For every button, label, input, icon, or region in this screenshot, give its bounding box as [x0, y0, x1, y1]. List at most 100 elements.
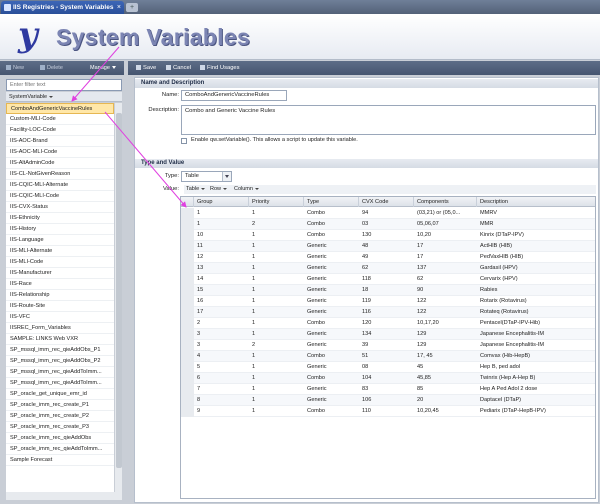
table-cell[interactable]: 14 — [194, 274, 249, 285]
list-item[interactable]: IIS-CQIC-MLI-Alternate — [6, 180, 114, 191]
table-cell[interactable]: 122 — [414, 307, 477, 318]
table-cell[interactable]: 94 — [359, 208, 414, 219]
row-handle[interactable] — [181, 384, 194, 395]
list-item[interactable]: IIS-CL-NotGivenReason — [6, 169, 114, 180]
table-row[interactable]: 15 1 Generic 18 90 Rabies — [181, 285, 595, 296]
list-item[interactable]: Sample Forecast — [6, 455, 114, 466]
table-cell[interactable]: 9 — [194, 406, 249, 417]
table-cell[interactable]: Twinrix (Hep A-Hep B) — [477, 373, 595, 384]
table-cell[interactable]: (03,21) or (05,0... — [414, 208, 477, 219]
list-column-header[interactable]: SystemVariable — [6, 92, 122, 102]
table-cell[interactable]: 122 — [414, 296, 477, 307]
list-item[interactable]: IIS-AltAdminCode — [6, 158, 114, 169]
table-cell[interactable]: Generic — [304, 395, 359, 406]
table-cell[interactable]: 12 — [194, 252, 249, 263]
table-cell[interactable]: Generic — [304, 362, 359, 373]
table-cell[interactable]: 1 — [194, 208, 249, 219]
table-cell[interactable]: 2 — [249, 340, 304, 351]
table-cell[interactable]: 3 — [194, 340, 249, 351]
table-cell[interactable]: 1 — [249, 329, 304, 340]
row-handle[interactable] — [181, 373, 194, 384]
table-cell[interactable]: 90 — [414, 285, 477, 296]
table-cell[interactable]: Generic — [304, 285, 359, 296]
table-row[interactable]: 4 1 Combo 51 17, 45 Comvax (Hib-HepB) — [181, 351, 595, 362]
table-cell[interactable]: 1 — [249, 406, 304, 417]
chevron-down-icon[interactable] — [222, 172, 231, 181]
table-cell[interactable]: Rotateq (Rotavirus) — [477, 307, 595, 318]
row-handle[interactable] — [181, 208, 194, 219]
table-cell[interactable]: 130 — [359, 230, 414, 241]
table-cell[interactable]: 1 — [249, 296, 304, 307]
table-cell[interactable]: 10,20,45 — [414, 406, 477, 417]
table-cell[interactable]: 15 — [194, 285, 249, 296]
table-cell[interactable]: ActHIB (HIB) — [477, 241, 595, 252]
table-cell[interactable]: Rotarix (Rotavirus) — [477, 296, 595, 307]
close-tab-icon[interactable]: × — [117, 1, 121, 14]
table-cell[interactable]: 5 — [194, 362, 249, 373]
row-handle[interactable] — [181, 296, 194, 307]
table-cell[interactable]: 106 — [359, 395, 414, 406]
table-row[interactable]: 6 1 Combo 104 45,85 Twinrix (Hep A-Hep B) — [181, 373, 595, 384]
enable-setvariable-checkbox[interactable] — [181, 138, 187, 144]
list-item[interactable]: SAMPLE: LINKS Web VXR — [6, 334, 114, 345]
table-cell[interactable]: 10,20 — [414, 230, 477, 241]
table-cell[interactable]: Generic — [304, 384, 359, 395]
list-item[interactable]: ComboAndGenericVaccineRules — [6, 103, 114, 114]
row-menu[interactable]: Row — [210, 185, 228, 194]
table-cell[interactable]: Japanese Encephalitis-IM — [477, 329, 595, 340]
table-cell[interactable]: PedVaxHIB (HIB) — [477, 252, 595, 263]
row-handle[interactable] — [181, 307, 194, 318]
row-handle[interactable] — [181, 252, 194, 263]
list-item[interactable]: SP_mssql_imm_rec_qieAddToImm... — [6, 367, 114, 378]
row-handle[interactable] — [181, 219, 194, 230]
table-cell[interactable]: Combo — [304, 406, 359, 417]
table-cell[interactable]: 2 — [194, 318, 249, 329]
table-cell[interactable]: 13 — [194, 263, 249, 274]
list-item[interactable]: IIS-Language — [6, 235, 114, 246]
filter-input[interactable] — [6, 79, 122, 91]
table-cell[interactable]: 7 — [194, 384, 249, 395]
table-cell[interactable]: 129 — [414, 340, 477, 351]
list-item[interactable]: Custom-MLI-Code — [6, 114, 114, 125]
list-item[interactable]: IIS-Manufacturer — [6, 268, 114, 279]
table-cell[interactable]: Generic — [304, 329, 359, 340]
table-cell[interactable]: 116 — [359, 307, 414, 318]
table-cell[interactable]: Kinrix (DTaP-IPV) — [477, 230, 595, 241]
table-cell[interactable]: 17, 45 — [414, 351, 477, 362]
table-row[interactable]: 3 1 Generic 134 129 Japanese Encephalitis-IM — [181, 329, 595, 340]
table-cell[interactable]: 05,06,07 — [414, 219, 477, 230]
table-cell[interactable]: 1 — [249, 395, 304, 406]
table-cell[interactable]: Pentacel(DTaP-IPV-Hib) — [477, 318, 595, 329]
table-cell[interactable]: 18 — [359, 285, 414, 296]
list-item[interactable]: IIS-MLI-Code — [6, 257, 114, 268]
column-menu[interactable]: Column — [234, 185, 259, 194]
table-cell[interactable]: 1 — [249, 274, 304, 285]
table-row[interactable]: 9 1 Combo 110 10,20,45 Pediarix (DTaP-HepB-IP… — [181, 406, 595, 417]
list-item[interactable]: SP_oracle_imm_rec_create_P1 — [6, 400, 114, 411]
row-handle[interactable] — [181, 340, 194, 351]
table-row[interactable]: 7 1 Generic 83 85 Hep A Ped Adol 2 dose — [181, 384, 595, 395]
table-cell[interactable]: MMR — [477, 219, 595, 230]
table-cell[interactable]: 1 — [249, 252, 304, 263]
table-cell[interactable]: 45 — [414, 362, 477, 373]
table-cell[interactable]: 1 — [194, 219, 249, 230]
row-handle[interactable] — [181, 395, 194, 406]
row-handle[interactable] — [181, 351, 194, 362]
table-cell[interactable]: 1 — [249, 208, 304, 219]
table-cell[interactable]: 110 — [359, 406, 414, 417]
table-cell[interactable]: 1 — [249, 384, 304, 395]
table-cell[interactable]: Generic — [304, 296, 359, 307]
row-handle[interactable] — [181, 362, 194, 373]
table-cell[interactable]: 62 — [414, 274, 477, 285]
table-cell[interactable]: Generic — [304, 252, 359, 263]
table-cell[interactable]: 104 — [359, 373, 414, 384]
column-header[interactable]: Priority — [249, 197, 304, 207]
table-cell[interactable]: 48 — [359, 241, 414, 252]
table-cell[interactable]: Gardasil (HPV) — [477, 263, 595, 274]
table-cell[interactable]: Combo — [304, 373, 359, 384]
table-cell[interactable]: 49 — [359, 252, 414, 263]
table-row[interactable]: 12 1 Generic 49 17 PedVaxHIB (HIB) — [181, 252, 595, 263]
list-item[interactable]: IIS-Ethnicity — [6, 213, 114, 224]
list-item[interactable]: IIS-CVX-Status — [6, 202, 114, 213]
table-cell[interactable]: 137 — [414, 263, 477, 274]
